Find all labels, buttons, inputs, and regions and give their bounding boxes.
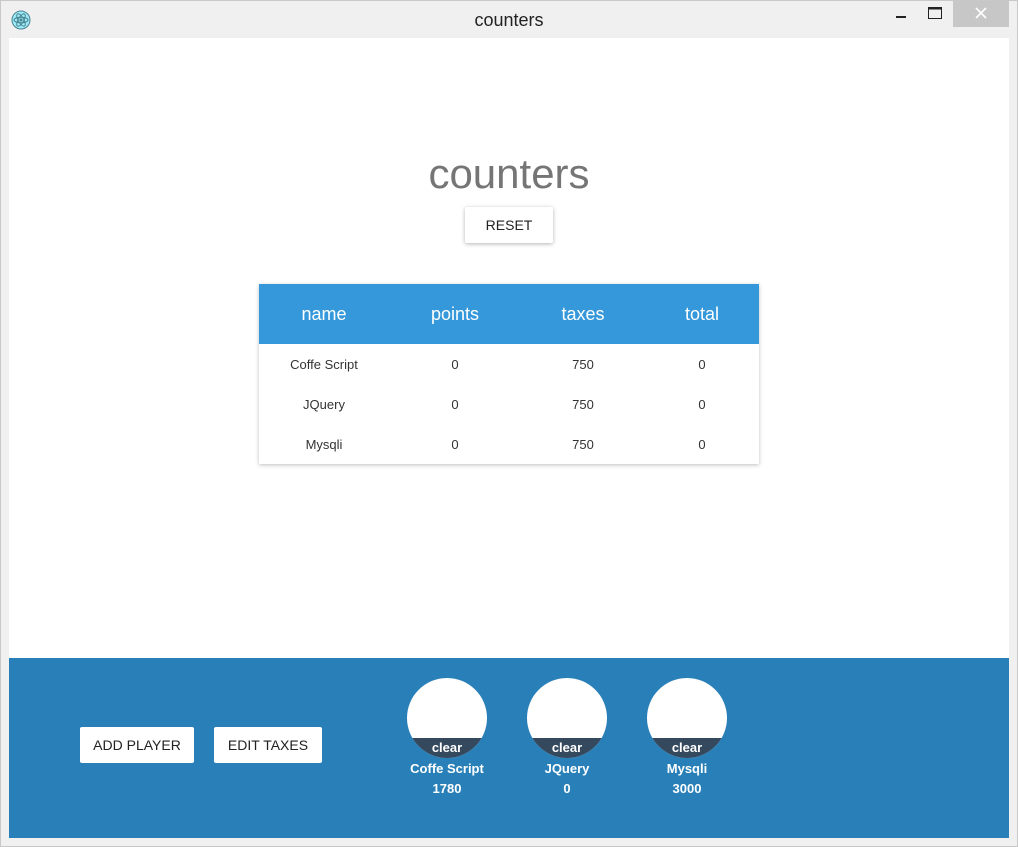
cell-total: 0 — [698, 356, 706, 372]
clear-button[interactable]: clear — [407, 738, 487, 758]
cell-taxes: 750 — [572, 356, 594, 372]
title-bar: counters — [1, 1, 1017, 38]
player-name: Coffe Script — [410, 761, 484, 776]
column-header-total: total — [684, 303, 720, 324]
cell-total: 0 — [698, 396, 706, 412]
reset-button[interactable]: RESET — [465, 207, 553, 243]
page-title: counters — [428, 150, 590, 197]
app-window: counters counters RESET name points taxe… — [0, 0, 1018, 847]
cell-points: 0 — [451, 436, 459, 452]
add-player-button[interactable]: ADD PLAYER — [80, 727, 194, 763]
player-card: clear Mysqli 3000 — [647, 678, 727, 800]
table-row: Coffe Script 0 750 0 — [259, 344, 759, 384]
player-card: clear JQuery 0 — [527, 678, 607, 800]
cell-points: 0 — [451, 396, 459, 412]
counters-table-card: name points taxes total Coffe Script 0 7… — [259, 284, 759, 464]
close-icon — [975, 6, 987, 22]
player-score: 3000 — [672, 781, 702, 796]
column-header-name: name — [301, 303, 347, 324]
clear-button[interactable]: clear — [647, 738, 727, 758]
table-row: Mysqli 0 750 0 — [259, 424, 759, 464]
footer-bar: ADD PLAYER EDIT TAXES clear Coffe Script… — [9, 658, 1009, 838]
minimize-button[interactable] — [885, 1, 917, 27]
column-header-taxes: taxes — [561, 303, 605, 324]
player-card: clear Coffe Script 1780 — [407, 678, 487, 800]
maximize-button[interactable] — [919, 1, 951, 27]
minimize-icon — [895, 6, 907, 22]
player-name: Mysqli — [666, 761, 708, 776]
column-header-points: points — [430, 303, 480, 324]
clear-button[interactable]: clear — [527, 738, 607, 758]
player-avatar[interactable]: clear — [407, 678, 487, 758]
player-score: 0 — [563, 781, 571, 796]
edit-taxes-button[interactable]: EDIT TAXES — [214, 727, 322, 763]
cell-taxes: 750 — [572, 396, 594, 412]
window-title: counters — [474, 10, 544, 30]
main-content: counters RESET name points taxes total C… — [9, 38, 1009, 658]
table-header-row: name points taxes total — [259, 284, 759, 344]
table-row: JQuery 0 750 0 — [259, 384, 759, 424]
cell-name: Coffe Script — [290, 356, 358, 372]
player-name: JQuery — [544, 761, 590, 776]
cell-total: 0 — [698, 436, 706, 452]
counters-table: name points taxes total Coffe Script 0 7… — [259, 284, 759, 464]
player-avatar[interactable]: clear — [647, 678, 727, 758]
cell-name: Mysqli — [305, 436, 343, 452]
close-button[interactable] — [953, 1, 1009, 27]
cell-taxes: 750 — [572, 436, 594, 452]
cell-points: 0 — [451, 356, 459, 372]
player-score: 1780 — [432, 781, 462, 796]
cell-name: JQuery — [303, 396, 345, 412]
player-avatar[interactable]: clear — [527, 678, 607, 758]
maximize-icon — [928, 6, 942, 22]
